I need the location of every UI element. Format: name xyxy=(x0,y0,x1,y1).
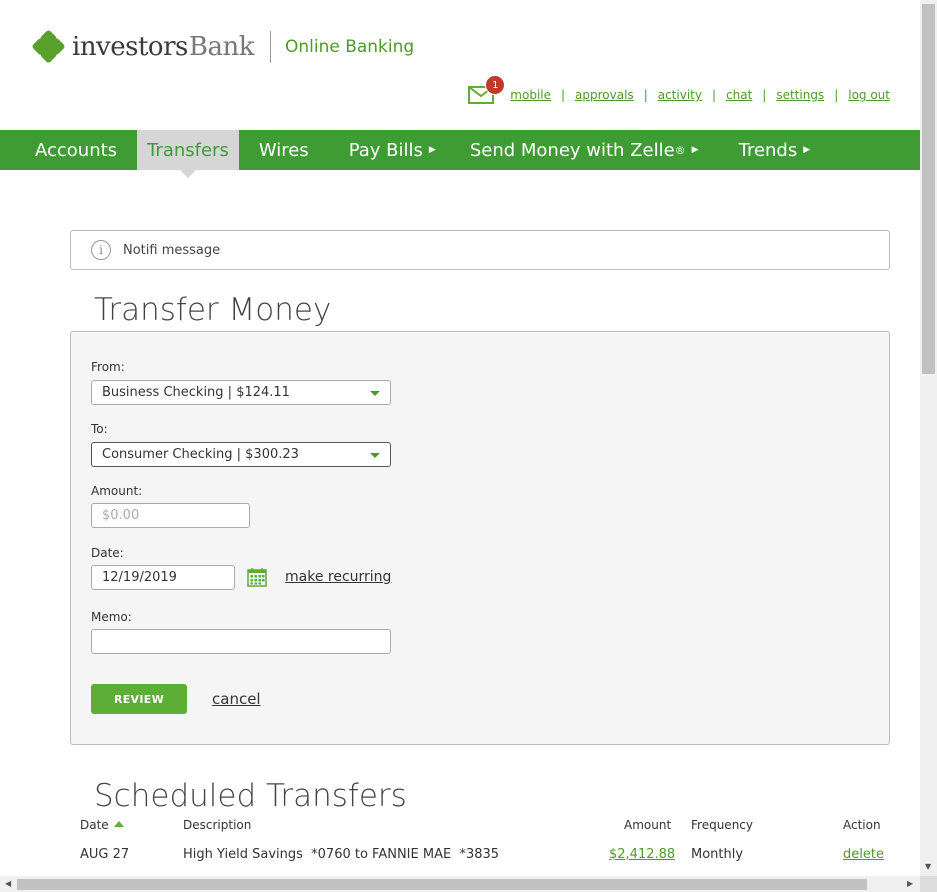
scrollbar-corner xyxy=(920,876,937,892)
link-divider: | xyxy=(643,88,648,102)
link-divider: | xyxy=(762,88,767,102)
dropdown-arrow-icon xyxy=(370,391,380,396)
make-recurring-link[interactable]: make recurring xyxy=(285,569,391,585)
vertical-scroll-thumb[interactable] xyxy=(922,4,935,374)
nav-label: Wires xyxy=(258,139,309,161)
nav-accounts[interactable]: Accounts xyxy=(25,130,127,170)
delete-link[interactable]: delete xyxy=(843,847,884,862)
amount-input[interactable] xyxy=(91,503,250,528)
date-label: Date: xyxy=(91,546,124,560)
nav-label: Transfers xyxy=(147,139,229,161)
notification-bar: i Notifi message xyxy=(70,230,890,270)
scroll-left-arrow-icon[interactable]: ◀ xyxy=(5,879,11,888)
to-label: To: xyxy=(91,422,108,436)
link-log-out[interactable]: log out xyxy=(848,88,890,102)
memo-input[interactable] xyxy=(91,629,391,654)
cancel-link[interactable]: cancel xyxy=(212,690,261,708)
memo-label: Memo: xyxy=(91,610,132,624)
link-activity[interactable]: activity xyxy=(658,88,702,102)
notification-text: Notifi message xyxy=(123,242,221,258)
link-settings[interactable]: settings xyxy=(776,88,824,102)
dropdown-arrow-icon xyxy=(370,453,380,458)
from-label: From: xyxy=(91,360,125,374)
column-label: Date xyxy=(80,818,109,832)
link-approvals[interactable]: approvals xyxy=(575,88,634,102)
to-account-value: Consumer Checking | $300.23 xyxy=(102,447,299,462)
link-divider: | xyxy=(834,88,839,102)
nav-label: Send Money with Zelle xyxy=(469,139,675,161)
page-title: Transfer Money xyxy=(94,292,332,328)
registered-mark: ® xyxy=(674,143,686,157)
transfer-form: From: Business Checking | $124.11 To: Co… xyxy=(70,331,890,745)
nav-wires[interactable]: Wires xyxy=(249,130,319,170)
scheduled-transfers-title: Scheduled Transfers xyxy=(94,778,407,814)
from-account-value: Business Checking | $124.11 xyxy=(102,385,290,400)
calendar-icon[interactable] xyxy=(247,567,267,587)
review-button[interactable]: REVIEW xyxy=(91,684,187,714)
horizontal-scroll-thumb[interactable] xyxy=(17,879,867,890)
bank-logo[interactable]: investors Bank Online Banking xyxy=(31,29,415,64)
nav-label: Pay Bills xyxy=(348,139,423,161)
scroll-down-arrow-icon[interactable]: ▼ xyxy=(925,862,931,871)
from-account-select[interactable]: Business Checking | $124.11 xyxy=(91,380,391,405)
vertical-scrollbar[interactable]: ▼ xyxy=(920,0,937,876)
link-divider: | xyxy=(561,88,566,102)
nav-transfers[interactable]: Transfers xyxy=(137,130,239,178)
brand-name-part1: investors xyxy=(72,32,188,62)
brand-subtitle: Online Banking xyxy=(284,37,415,57)
clover-logo-icon xyxy=(31,29,66,64)
column-header-amount: Amount xyxy=(624,818,672,832)
cell-amount-link[interactable]: $2,412.88 xyxy=(609,847,675,862)
utility-links: 1 mobile | approvals | activity | chat |… xyxy=(468,75,890,104)
column-header-action: Action xyxy=(843,818,881,832)
nav-send-money-zelle[interactable]: Send Money with Zelle ® ▶ xyxy=(460,130,709,170)
cell-frequency: Monthly xyxy=(691,847,744,862)
brand-name-part2: Bank xyxy=(188,32,255,62)
caret-right-icon: ▶ xyxy=(803,145,811,155)
cell-description: High Yield Savings *0760 to FANNIE MAE *… xyxy=(183,847,500,862)
main-nav: Accounts Transfers Wires Pay Bills ▶ Sen… xyxy=(0,130,920,178)
nav-trends[interactable]: Trends ▶ xyxy=(729,130,821,170)
message-count-badge: 1 xyxy=(485,75,506,95)
amount-label: Amount: xyxy=(91,484,143,498)
caret-right-icon: ▶ xyxy=(691,145,699,155)
column-header-frequency: Frequency xyxy=(691,818,753,832)
nav-label: Accounts xyxy=(35,139,118,161)
caret-right-icon: ▶ xyxy=(428,145,436,155)
logo-divider xyxy=(269,31,271,63)
to-account-select[interactable]: Consumer Checking | $300.23 xyxy=(91,442,391,467)
messages-button[interactable]: 1 xyxy=(468,75,506,104)
sort-ascending-icon xyxy=(113,821,124,827)
nav-pay-bills[interactable]: Pay Bills ▶ xyxy=(339,130,446,170)
link-mobile[interactable]: mobile xyxy=(510,88,551,102)
link-divider: | xyxy=(711,88,717,102)
column-header-description: Description xyxy=(183,818,252,832)
nav-label: Trends xyxy=(738,139,798,161)
date-input[interactable] xyxy=(91,565,235,590)
scroll-right-arrow-icon[interactable]: ▶ xyxy=(907,879,913,888)
link-chat[interactable]: chat xyxy=(726,88,752,102)
column-header-date[interactable]: Date xyxy=(80,818,124,832)
info-icon: i xyxy=(91,240,111,260)
cell-date: AUG 27 xyxy=(80,847,130,862)
horizontal-scrollbar[interactable]: ◀ ▶ xyxy=(0,876,920,892)
